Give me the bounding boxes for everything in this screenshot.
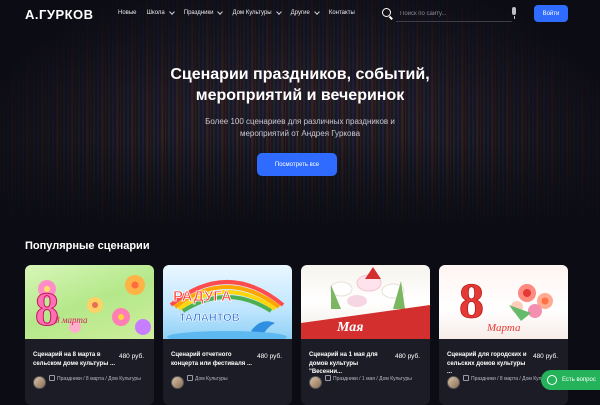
hero-background bbox=[0, 0, 600, 230]
top-navigation: А.ГУРКОВ Новые Школа Праздники Дом Культ… bbox=[0, 0, 600, 28]
nav-item-other[interactable]: Другие bbox=[290, 9, 320, 16]
card-price: 480 руб. bbox=[394, 353, 420, 360]
chat-button[interactable]: Есть вопрос bbox=[541, 370, 600, 390]
card-art-text: 8 марта bbox=[55, 315, 88, 325]
card-art-text: ТАЛАНТОВ bbox=[179, 312, 240, 324]
folder-icon bbox=[49, 375, 55, 381]
card-categories: Дом Культуры bbox=[187, 375, 285, 383]
author-avatar bbox=[309, 376, 322, 389]
nav-label: Контакты bbox=[328, 10, 355, 16]
scenario-card[interactable]: Мая Сценарий на 1 мая для домов культуры… bbox=[301, 265, 430, 405]
chevron-down-icon bbox=[217, 9, 224, 15]
folder-icon bbox=[463, 375, 469, 381]
microphone-icon[interactable] bbox=[512, 7, 516, 19]
nav-label: Дом Культуры bbox=[232, 10, 272, 16]
author-avatar bbox=[447, 376, 460, 389]
folder-icon bbox=[325, 375, 331, 381]
search-icon[interactable] bbox=[382, 8, 391, 17]
hero-subtitle: Более 100 сценариев для различных праздн… bbox=[175, 116, 425, 140]
nav-item-contacts[interactable]: Контакты bbox=[329, 10, 355, 16]
folder-icon bbox=[187, 375, 193, 381]
nav-label: Праздники bbox=[183, 10, 214, 16]
card-image[interactable]: РАДУГА ТАЛАНТОВ bbox=[163, 265, 292, 339]
chat-button-label: Есть вопрос bbox=[562, 377, 596, 383]
search-input[interactable] bbox=[396, 6, 512, 22]
site-logo[interactable]: А.ГУРКОВ bbox=[25, 7, 94, 22]
card-title[interactable]: Сценарий на 1 мая для домов культуры "Ве… bbox=[309, 351, 391, 377]
card-price: 480 руб. bbox=[118, 353, 144, 360]
card-meta-text[interactable]: Праздники / 1 мая / Дом Культуры bbox=[333, 376, 412, 382]
nav-item-culture-house[interactable]: Дом Культуры bbox=[232, 9, 282, 16]
card-illustration: 8 8 марта bbox=[35, 275, 151, 337]
view-all-button[interactable]: Посмотреть все bbox=[257, 153, 337, 176]
whatsapp-icon bbox=[547, 375, 557, 385]
card-categories: Праздники / 8 марта / Дом Культуры bbox=[49, 375, 147, 383]
hero-title-line: Сценарии праздников, событий, bbox=[170, 66, 430, 83]
popular-cards: 8 8 марта Сценарий на 8 марта в сельском… bbox=[25, 265, 568, 405]
card-categories: Праздники / 1 мая / Дом Культуры bbox=[325, 375, 423, 383]
card-title[interactable]: Сценарий на 8 марта в сельском доме куль… bbox=[33, 351, 115, 368]
login-button[interactable]: Войти bbox=[534, 5, 568, 22]
hero-title: Сценарии праздников, событий, мероприяти… bbox=[130, 64, 470, 106]
card-meta-text[interactable]: Праздники / 8 марта / Дом Культуры bbox=[57, 376, 141, 382]
card-art-text: 8 bbox=[459, 272, 484, 328]
main-nav: Новые Школа Праздники Дом Культуры Други… bbox=[118, 9, 365, 16]
nav-label: Школа bbox=[146, 10, 165, 16]
nav-item-school[interactable]: Школа bbox=[146, 9, 175, 16]
card-price: 480 руб. bbox=[532, 353, 558, 360]
nav-label: Новые bbox=[118, 10, 137, 16]
card-illustration: 8 Марта bbox=[459, 272, 553, 334]
card-art-text: РАДУГА bbox=[173, 288, 232, 305]
scenario-card[interactable]: РАДУГА ТАЛАНТОВ Сценарий отчетного конце… bbox=[163, 265, 292, 405]
card-title[interactable]: Сценарий для городских и сельских домов … bbox=[447, 351, 529, 377]
card-illustration: Мая bbox=[301, 267, 430, 339]
card-image[interactable]: Мая bbox=[301, 265, 430, 339]
author-avatar bbox=[171, 376, 184, 389]
card-illustration: РАДУГА ТАЛАНТОВ bbox=[167, 280, 287, 339]
nav-item-holidays[interactable]: Праздники bbox=[183, 9, 224, 16]
nav-label: Другие bbox=[290, 10, 310, 16]
card-meta-text[interactable]: Дом Культуры bbox=[195, 376, 228, 382]
card-title[interactable]: Сценарий отчетного концерта или фестивал… bbox=[171, 351, 253, 368]
chevron-down-icon bbox=[168, 9, 175, 15]
card-art-text: Марта bbox=[486, 322, 521, 334]
hero-subtitle-line: мероприятий от Андрея Гуркова bbox=[239, 129, 361, 138]
nav-item-new[interactable]: Новые bbox=[118, 10, 137, 16]
card-art-text: 8 bbox=[35, 283, 59, 336]
card-price: 480 руб. bbox=[256, 353, 282, 360]
chevron-down-icon bbox=[314, 9, 320, 15]
card-art-text: Мая bbox=[336, 320, 363, 335]
author-avatar bbox=[33, 376, 46, 389]
hero-title-line: мероприятий и вечеринок bbox=[195, 87, 405, 104]
chevron-down-icon bbox=[275, 9, 282, 15]
card-image[interactable]: 8 Марта bbox=[439, 265, 568, 339]
hero-subtitle-line: Более 100 сценариев для различных праздн… bbox=[205, 117, 395, 126]
card-image[interactable]: 8 8 марта bbox=[25, 265, 154, 339]
scenario-card[interactable]: 8 8 марта Сценарий на 8 марта в сельском… bbox=[25, 265, 154, 405]
popular-section-title: Популярные сценарии bbox=[25, 240, 150, 252]
